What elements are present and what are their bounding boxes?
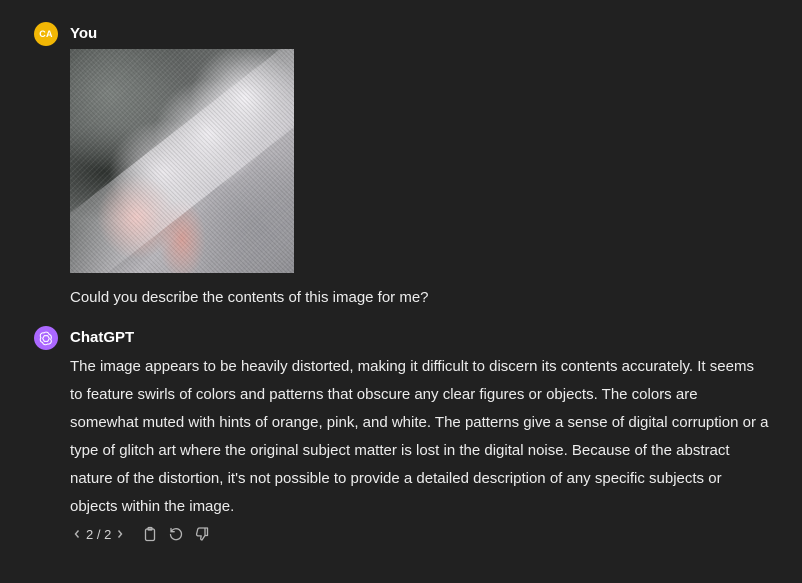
user-avatar-initials: CA [39,29,53,39]
message-actions: 2 / 2 [70,525,211,543]
chat-thread: CA You Could you describe the contents o… [0,0,802,583]
response-pager: 2 / 2 [70,525,127,543]
pager-count: 2 / 2 [86,526,112,542]
user-avatar: CA [34,22,58,46]
assistant-message-text: The image appears to be heavily distorte… [70,358,769,515]
action-icons [141,525,211,543]
regenerate-icon[interactable] [167,525,185,543]
chevron-left-icon[interactable] [70,525,84,543]
attached-image[interactable] [70,49,294,273]
image-noise-overlay [70,49,294,273]
user-author-name: You [70,25,98,42]
copy-icon[interactable] [141,525,159,543]
thumbs-down-icon[interactable] [193,525,211,543]
assistant-author-name: ChatGPT [70,329,135,346]
chevron-right-icon[interactable] [113,525,127,543]
openai-logo-icon [34,326,58,350]
user-message-text: Could you describe the contents of this … [70,289,429,306]
